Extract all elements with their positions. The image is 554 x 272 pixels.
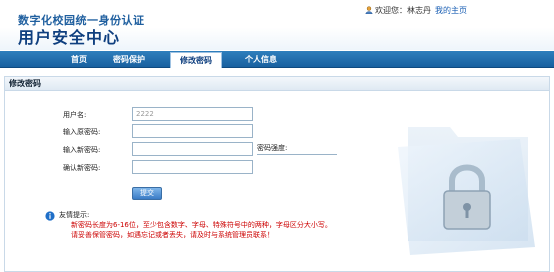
nav-password-protection[interactable]: 密码保护 [108, 51, 150, 68]
old-password-field[interactable] [132, 124, 253, 138]
welcome-text: 欢迎您：林志丹 [375, 6, 431, 15]
home-link[interactable]: 我的主页 [435, 6, 467, 15]
confirm-password-label: 确认新密码: [63, 164, 101, 172]
section-title: 修改密码 [9, 79, 41, 88]
tip-line-1: 新密码长度为6-16位，至少包含数字、字母、特殊符号中的两种，字母区分大小写。 [71, 221, 332, 229]
tip-line-2: 请妥善保管密码，如遇忘记或者丢失，请及时与系统管理员联系！ [71, 231, 274, 239]
user-area: 欢迎您：林志丹 我的主页 [365, 5, 467, 16]
info-icon [45, 211, 55, 221]
user-icon [365, 6, 373, 14]
page-header: 数字化校园统一身份认证 用户安全中心 欢迎您：林志丹 我的主页 [0, 0, 554, 50]
nav-home[interactable]: 首页 [66, 51, 92, 68]
password-strength-meter [257, 154, 337, 155]
username-field[interactable] [132, 107, 253, 121]
new-password-field[interactable] [132, 142, 253, 156]
username-label: 用户名: [63, 111, 87, 119]
new-password-label: 输入新密码: [63, 146, 101, 154]
nav-bar: 首页 密码保护 修改密码 个人信息 [0, 51, 554, 68]
old-password-label: 输入原密码: [63, 128, 101, 136]
content-panel: 修改密码 用户名: 输入原密码: 输入新密码: 密码强度: 确认新密码: 提交 [4, 76, 550, 272]
folder-lock-icon [398, 127, 535, 255]
section-header: 修改密码 [5, 77, 549, 91]
main-title: 用户安全中心 [18, 28, 121, 47]
nav-change-password[interactable]: 修改密码 [170, 52, 222, 68]
password-strength-label: 密码强度: [257, 144, 288, 152]
submit-button[interactable]: 提交 [132, 187, 162, 200]
nav-personal-info[interactable]: 个人信息 [240, 51, 282, 68]
confirm-password-field[interactable] [132, 160, 253, 174]
tips-title: 友情提示: [59, 211, 90, 219]
